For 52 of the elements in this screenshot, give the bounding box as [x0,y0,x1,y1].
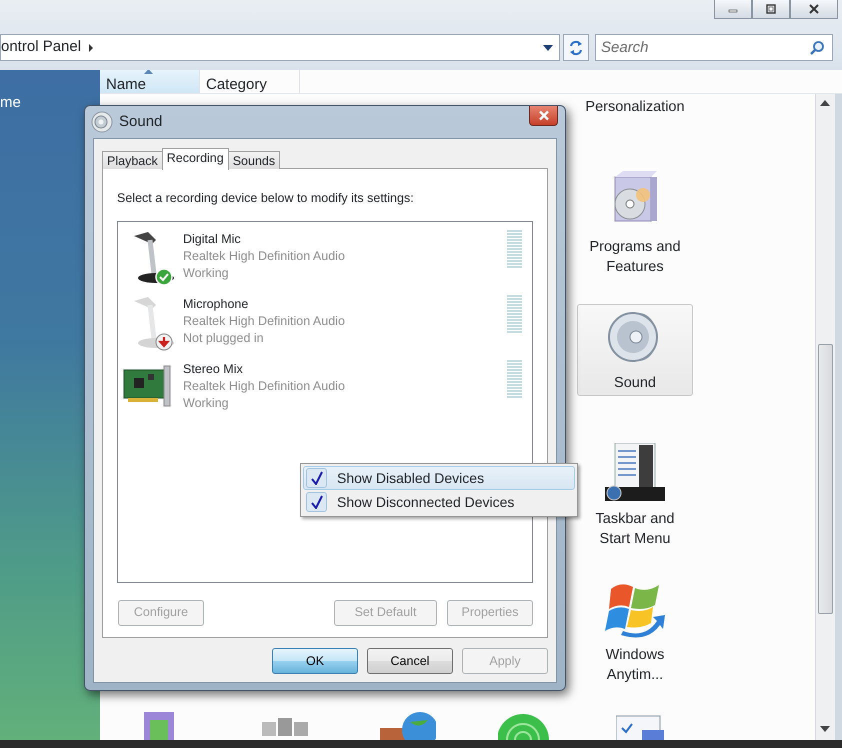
level-meter [507,230,522,269]
control-panel-item[interactable]: Personalization [577,94,693,120]
device-name: Microphone [183,296,250,313]
device-row[interactable]: Digital Mic Realtek High Definition Audio Working [122,230,532,295]
address-bar[interactable]: ontrol Panel [0,34,560,61]
device-name: Digital Mic [183,230,242,248]
device-name: Stereo Mix [183,360,244,378]
control-panel-item[interactable]: Windows Anytim... [577,576,693,688]
control-panel-item[interactable]: Programs and Features [577,168,693,280]
close-button[interactable] [529,106,558,126]
control-panel-item[interactable]: Sound [577,304,693,396]
refresh-icon [568,40,584,56]
instruction-text: Select a recording device below to modify its settings: [117,190,415,207]
tab[interactable]: Playback [102,151,163,169]
address-text: ontrol Panel [1,37,82,58]
scroll-up-icon[interactable] [820,100,830,106]
maximize-icon [765,4,777,14]
dropdown-icon[interactable] [543,44,553,50]
control-panel-item[interactable]: Taskbar and Start Menu [577,440,693,552]
device-row[interactable]: Microphone Realtek High Definition Audio Not plugged in [122,294,532,360]
device-status: Working [183,264,230,282]
column-header[interactable]: Category [200,70,300,93]
speaker-icon [91,111,113,133]
chevron-icon [87,42,96,52]
close-icon [808,4,820,14]
device-driver: Realtek High Definition Audio [183,378,345,395]
device-driver: Realtek High Definition Audio [183,312,345,330]
tab[interactable]: Sounds [228,151,280,169]
close-button[interactable] [790,0,838,19]
dialog-title: Sound [119,112,162,132]
sort-arrow-icon [144,70,153,74]
taskbar-icon [605,443,665,503]
menu-item[interactable]: Show Disconnected Devices [303,490,575,514]
dialog-button[interactable]: OK [272,648,358,674]
column-header[interactable]: Name [100,70,200,93]
scroll-down-icon[interactable] [820,726,830,732]
refresh-button[interactable] [563,34,589,61]
dialog-button[interactable]: Cancel [367,648,453,674]
maximize-button[interactable] [752,0,790,19]
sidebar-link[interactable]: me [0,94,21,111]
menu-item[interactable]: Show Disabled Devices [303,466,575,490]
search-field[interactable]: Search [595,34,833,61]
scrollbar-thumb[interactable] [818,344,833,614]
level-meter [507,294,522,334]
search-icon[interactable] [809,40,825,56]
tab[interactable]: Recording [162,148,229,170]
device-status: Working [183,394,230,412]
device-row[interactable]: Stereo Mix Realtek High Definition Audio Working [122,360,532,425]
device-driver: Realtek High Definition Audio [183,248,345,265]
device-status: Not plugged in [183,330,265,347]
level-meter [507,360,522,399]
close-icon [538,110,550,121]
